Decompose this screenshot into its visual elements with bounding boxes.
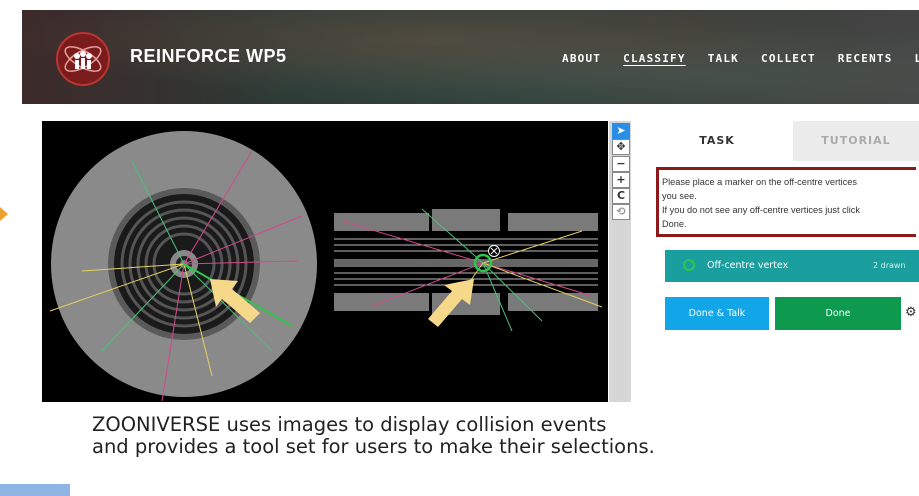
delete-marker-icon[interactable] (488, 245, 500, 257)
nav-lab[interactable]: L (915, 52, 919, 65)
vertex-tool-icon (683, 259, 695, 271)
done-and-talk-button[interactable]: Done & Talk (665, 297, 769, 330)
nav-classify[interactable]: CLASSIFY (623, 52, 686, 65)
slide-corner-decoration (0, 484, 70, 496)
task-tabs: TASK TUTORIAL (641, 121, 919, 161)
slide-left-margin (0, 0, 22, 496)
pan-icon[interactable]: ✥ (612, 139, 630, 155)
slide-arrow-decoration (0, 207, 8, 221)
nav-recents[interactable]: RECENTS (838, 52, 893, 65)
reset-icon[interactable]: C (612, 188, 630, 204)
done-button[interactable]: Done (775, 297, 901, 330)
project-logo-icon[interactable] (56, 32, 110, 86)
collision-event-image[interactable] (42, 121, 608, 402)
main-nav: ABOUT CLASSIFY TALK COLLECT RECENTS L (562, 52, 919, 65)
project-title[interactable]: REINFORCE WP5 (130, 46, 287, 67)
instruction-line: Please place a marker on the off-centre … (662, 177, 857, 187)
site-header: REINFORCE WP5 ABOUT CLASSIFY TALK COLLEC… (22, 10, 919, 104)
instruction-line: you see. (662, 191, 697, 201)
tab-task[interactable]: TASK (641, 121, 793, 161)
rotate-icon[interactable]: ⟲ (612, 204, 630, 220)
zoom-in-icon[interactable]: + (612, 172, 630, 188)
task-instruction: Please place a marker on the off-centre … (656, 167, 916, 237)
tool-drawn-count: 2 drawn (873, 261, 906, 270)
pointer-icon[interactable]: ➤ (612, 123, 630, 139)
slide-caption: ZOONIVERSE uses images to display collis… (92, 414, 655, 458)
subject-viewer[interactable] (42, 121, 608, 402)
instruction-line: If you do not see any off-centre vertice… (662, 205, 860, 215)
caption-line: ZOONIVERSE uses images to display collis… (92, 413, 607, 436)
zoom-out-icon[interactable]: − (612, 156, 630, 172)
gear-icon[interactable]: ⚙ (905, 305, 917, 320)
instruction-line: Done. (662, 219, 687, 229)
tool-label: Off-centre vertex (707, 260, 789, 271)
caption-line: and provides a tool set for users to mak… (92, 435, 655, 458)
off-centre-vertex-tool[interactable]: Off-centre vertex 2 drawn (665, 250, 919, 282)
nav-collect[interactable]: COLLECT (761, 52, 816, 65)
viewer-toolbar: ➤ ✥ − + C ⟲ (609, 121, 631, 402)
nav-talk[interactable]: TALK (708, 52, 739, 65)
nav-about[interactable]: ABOUT (562, 52, 601, 65)
tab-tutorial[interactable]: TUTORIAL (793, 121, 919, 161)
